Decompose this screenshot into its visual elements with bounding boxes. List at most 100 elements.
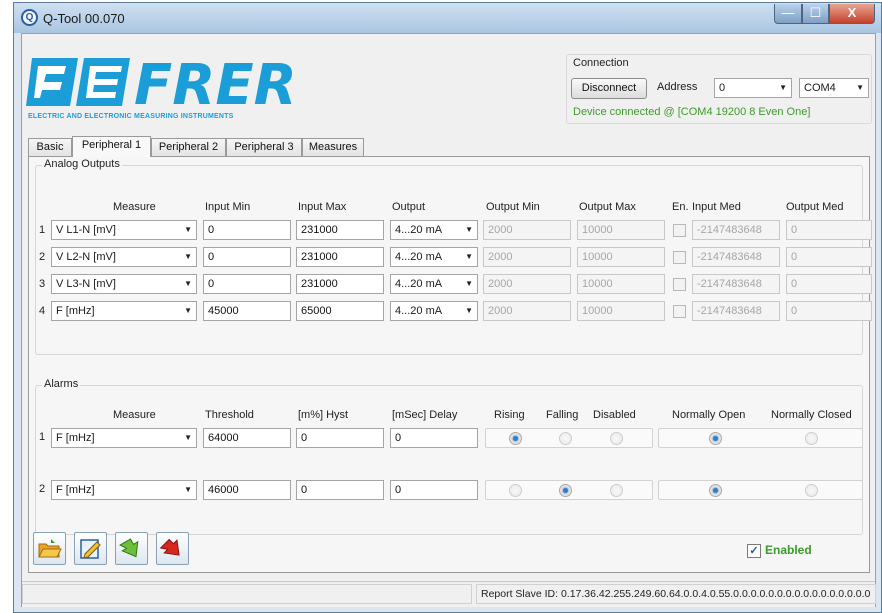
alarm-measure-select[interactable]: F [mHz] ▼ (51, 428, 197, 448)
normally-closed-radio[interactable] (805, 432, 818, 445)
analog-output-max-field: 10000 (577, 274, 665, 294)
analog-output-select[interactable]: 4...20 mA ▼ (390, 301, 478, 321)
close-button[interactable]: X (829, 4, 875, 24)
address-select[interactable]: 0 ▼ (714, 78, 792, 98)
analog-measure-select[interactable]: V L3-N [mV] ▼ (51, 274, 197, 294)
rising-radio[interactable] (509, 484, 522, 497)
alarm-measure-select[interactable]: F [mHz] ▼ (51, 480, 197, 500)
open-button[interactable] (33, 532, 66, 565)
alarm-delay-field[interactable]: 0 (390, 480, 478, 500)
download-arrow-icon (119, 536, 144, 561)
header-output: Output (392, 201, 426, 213)
minimize-button[interactable]: — (774, 4, 802, 24)
falling-radio[interactable] (559, 484, 572, 497)
analog-row-number: 3 (39, 278, 46, 290)
app-icon: Q (21, 9, 38, 26)
analog-output-value: 4...20 mA (395, 305, 443, 317)
analog-enabled-checkbox[interactable] (673, 251, 686, 264)
alarm-row-number: 2 (39, 483, 46, 495)
normally-closed-radio[interactable] (805, 484, 818, 497)
normally-open-radio[interactable] (709, 432, 722, 445)
enabled-checkbox[interactable]: ✓ (747, 544, 761, 558)
com-port-select[interactable]: COM4 ▼ (799, 78, 869, 98)
analog-output-med-field: 0 (786, 220, 872, 240)
analog-input-min-field[interactable]: 45000 (203, 301, 291, 321)
header-input-med: Input Med (692, 201, 741, 213)
analog-enabled-checkbox[interactable] (673, 305, 686, 318)
header-output-med: Output Med (786, 201, 844, 213)
read-button[interactable] (115, 532, 148, 565)
header-input-min: Input Min (205, 201, 251, 213)
disabled-radio[interactable] (610, 432, 623, 445)
chevron-down-icon: ▼ (465, 252, 473, 261)
connection-legend: Connection (573, 57, 629, 69)
open-folder-icon (37, 536, 62, 561)
analog-output-value: 4...20 mA (395, 278, 443, 290)
chevron-down-icon: ▼ (779, 83, 787, 92)
analog-enabled-checkbox[interactable] (673, 224, 686, 237)
analog-measure-select[interactable]: V L2-N [mV] ▼ (51, 247, 197, 267)
analog-output-select[interactable]: 4...20 mA ▼ (390, 274, 478, 294)
upload-arrow-icon (159, 536, 185, 561)
alarm-hyst-field[interactable]: 0 (296, 428, 384, 448)
report-slave-id: Report Slave ID: 0.17.36.42.255.249.60.6… (476, 584, 876, 604)
analog-measure-value: V L1-N [mV] (56, 224, 116, 236)
analog-outputs-legend: Analog Outputs (42, 158, 122, 170)
chevron-down-icon: ▼ (184, 485, 192, 494)
analog-measure-select[interactable]: V L1-N [mV] ▼ (51, 220, 197, 240)
tab-peripheral-1[interactable]: Peripheral 1 (72, 136, 151, 157)
analog-input-min-field[interactable]: 0 (203, 247, 291, 267)
write-button[interactable] (156, 532, 189, 565)
analog-measure-select[interactable]: F [mHz] ▼ (51, 301, 197, 321)
header-normally-open: Normally Open (672, 409, 746, 421)
tab-peripheral-2[interactable]: Peripheral 2 (151, 138, 226, 156)
tab-basic[interactable]: Basic (28, 138, 72, 156)
disconnect-button[interactable]: Disconnect (571, 78, 647, 99)
analog-input-max-field[interactable]: 231000 (296, 220, 384, 240)
analog-row-number: 1 (39, 224, 46, 236)
address-value: 0 (719, 82, 726, 94)
analog-input-med-field: -2147483648 (692, 301, 780, 321)
tab-measures[interactable]: Measures (302, 138, 364, 156)
header-alarm-measure: Measure (113, 409, 156, 421)
chevron-down-icon: ▼ (184, 252, 192, 261)
edit-icon (78, 536, 103, 561)
chevron-down-icon: ▼ (465, 225, 473, 234)
analog-input-max-field[interactable]: 231000 (296, 274, 384, 294)
alarm-threshold-field[interactable]: 64000 (203, 428, 291, 448)
logo-brand-text: FRER (134, 53, 297, 114)
header-disabled: Disabled (593, 409, 636, 421)
analog-enabled-checkbox[interactable] (673, 278, 686, 291)
analog-output-max-field: 10000 (577, 301, 665, 321)
analog-row-number: 2 (39, 251, 46, 263)
alarm-hyst-field[interactable]: 0 (296, 480, 384, 500)
falling-radio[interactable] (559, 432, 572, 445)
status-panel-left (22, 584, 472, 604)
tab-peripheral-3[interactable]: Peripheral 3 (226, 138, 302, 156)
analog-outputs-group: Analog Outputs Measure Input Min Input M… (35, 158, 872, 355)
alarms-legend: Alarms (42, 378, 81, 390)
header-output-max: Output Max (579, 201, 636, 213)
rising-radio[interactable] (509, 432, 522, 445)
analog-output-select[interactable]: 4...20 mA ▼ (390, 220, 478, 240)
title-bar[interactable]: Q Q-Tool 00.070 — ☐ X (14, 3, 881, 33)
header-input-max: Input Max (298, 201, 347, 213)
header-delay: [mSec] Delay (392, 409, 458, 421)
maximize-button[interactable]: ☐ (802, 4, 829, 24)
edit-button[interactable] (74, 532, 107, 565)
analog-input-min-field[interactable]: 0 (203, 220, 291, 240)
analog-output-select[interactable]: 4...20 mA ▼ (390, 247, 478, 267)
analog-input-max-field[interactable]: 65000 (296, 301, 384, 321)
analog-input-min-field[interactable]: 0 (203, 274, 291, 294)
analog-output-med-field: 0 (786, 247, 872, 267)
alarm-delay-field[interactable]: 0 (390, 428, 478, 448)
normally-open-radio[interactable] (709, 484, 722, 497)
alarm-edge-group (485, 428, 653, 448)
analog-input-max-field[interactable]: 231000 (296, 247, 384, 267)
disabled-radio[interactable] (610, 484, 623, 497)
header-enabled: En. (672, 201, 689, 213)
analog-output-min-field: 2000 (483, 220, 571, 240)
analog-output-value: 4...20 mA (395, 224, 443, 236)
chevron-down-icon: ▼ (184, 433, 192, 442)
alarm-threshold-field[interactable]: 46000 (203, 480, 291, 500)
